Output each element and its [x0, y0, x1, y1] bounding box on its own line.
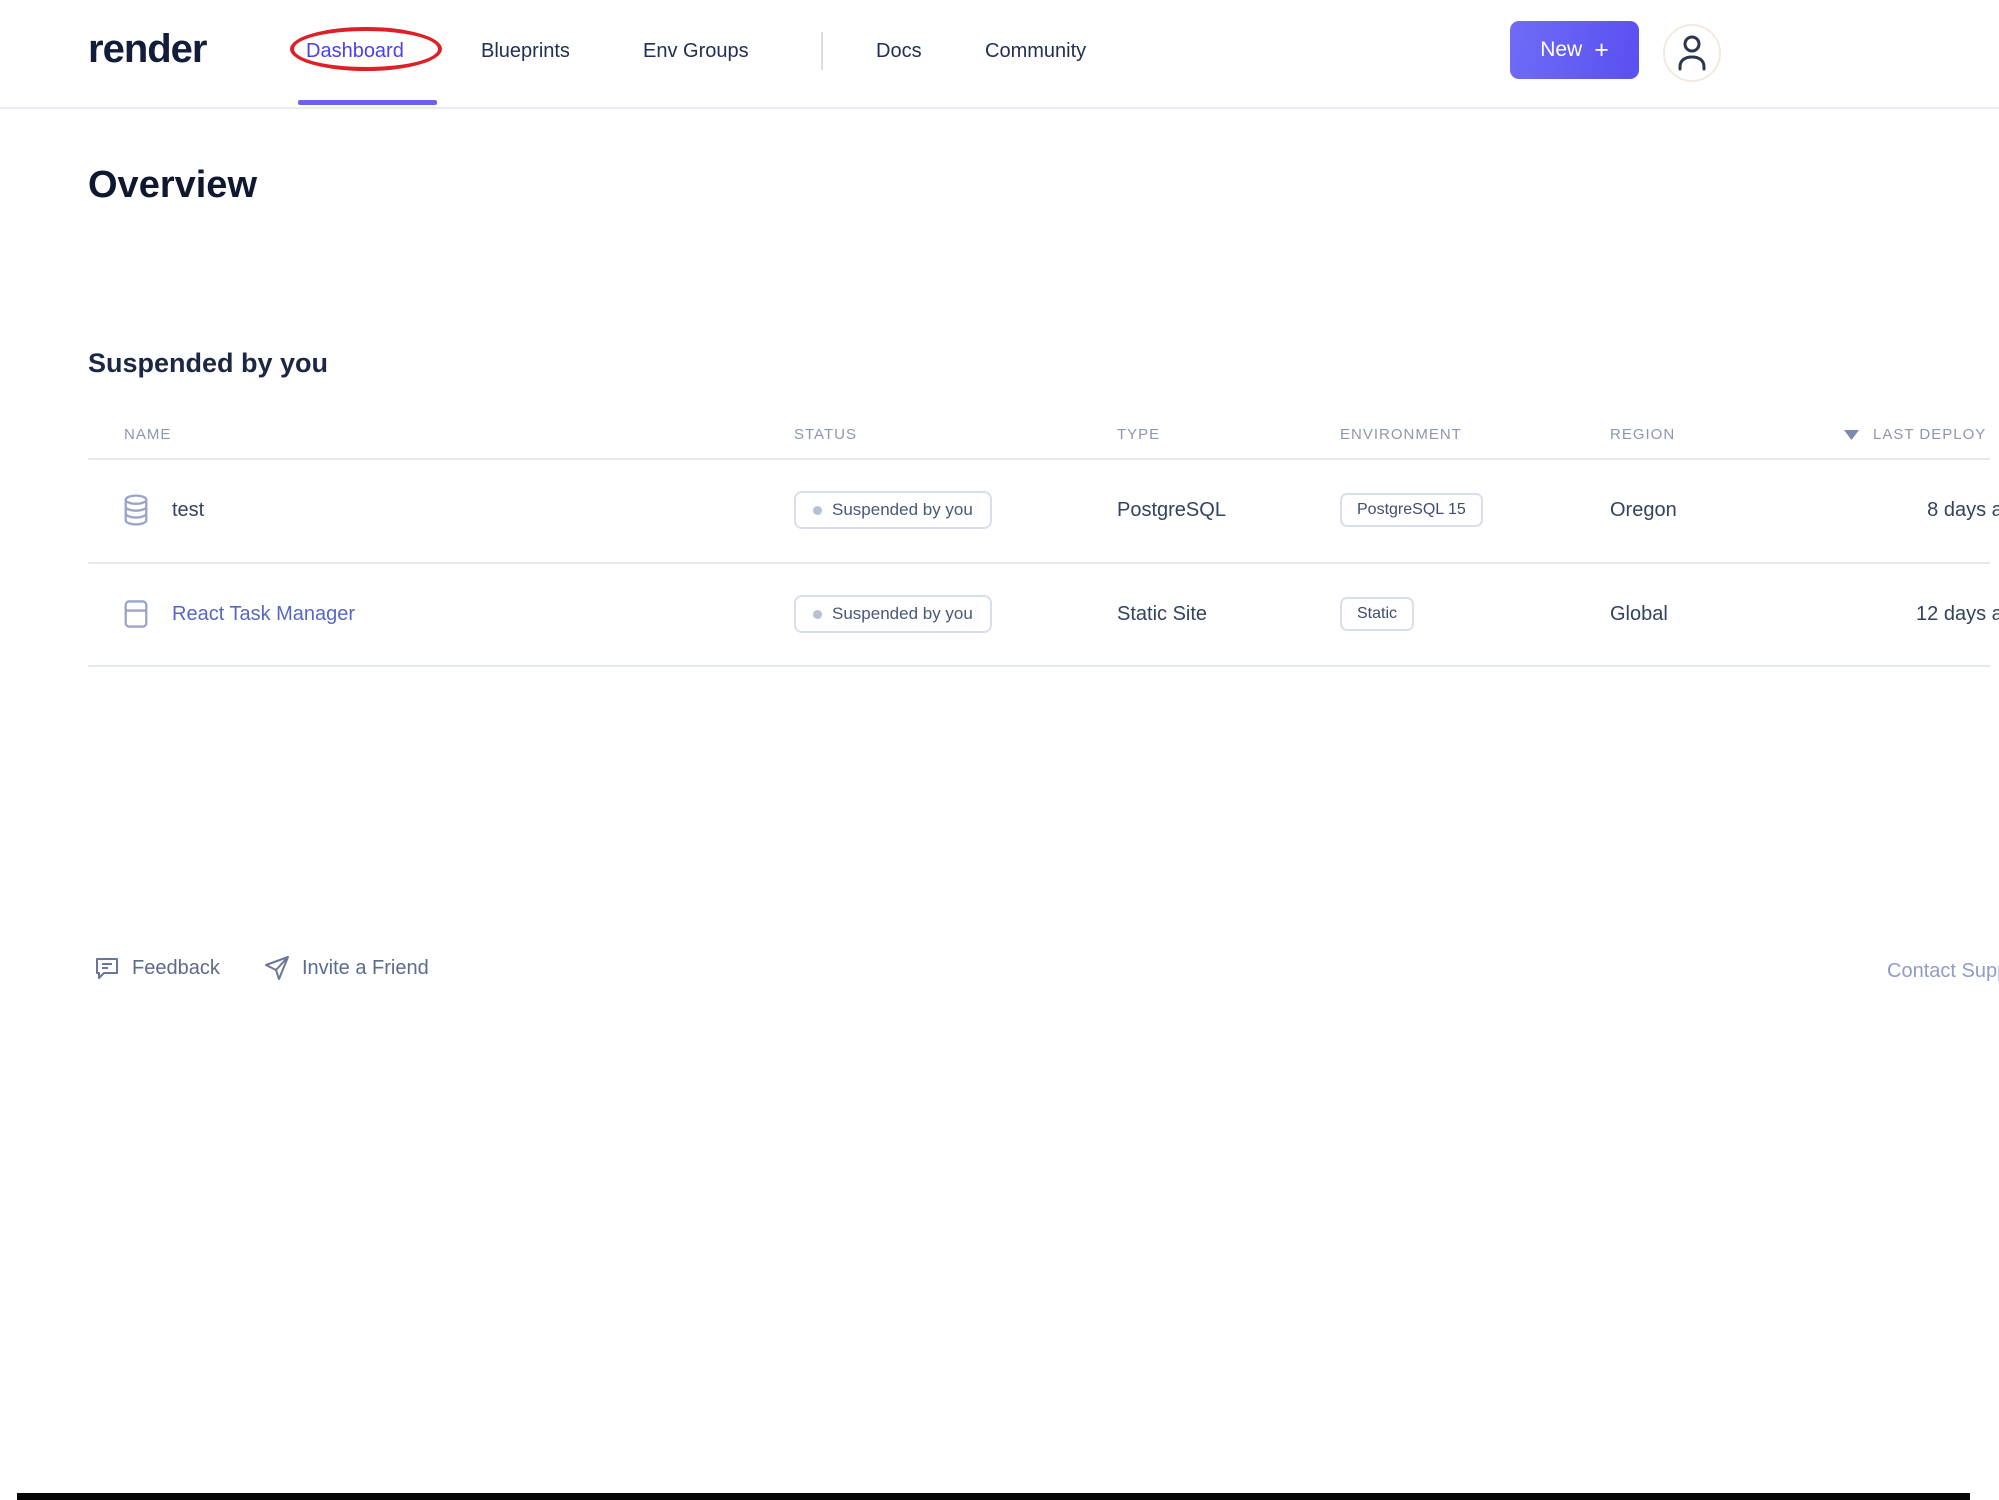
account-menu-button[interactable] — [1663, 24, 1721, 82]
render-logo[interactable]: render — [88, 27, 207, 71]
contact-support-link[interactable]: Contact Support — [1887, 960, 1999, 983]
table-divider — [88, 665, 1990, 667]
nav-item-community[interactable]: Community — [985, 39, 1086, 63]
environment-badge: PostgreSQL 15 — [1340, 493, 1483, 527]
plus-icon: + — [1594, 36, 1609, 64]
nav-item-dashboard[interactable]: Dashboard — [306, 39, 404, 63]
last-deploy-cell: 8 days ago — [1927, 499, 1999, 521]
column-header-status: Status — [794, 426, 857, 443]
person-icon — [1673, 31, 1711, 75]
database-icon — [122, 494, 150, 526]
table-row-test[interactable]: test Suspended by you PostgreSQL Postgre… — [88, 459, 1999, 562]
status-badge: Suspended by you — [794, 595, 992, 633]
nav-item-docs[interactable]: Docs — [876, 39, 922, 63]
active-tab-underline — [298, 100, 437, 105]
column-header-last-deploy[interactable]: Last Deploy — [1844, 426, 1986, 444]
status-dot-icon — [813, 505, 822, 515]
feedback-bubble-icon — [93, 954, 121, 982]
service-name-link[interactable]: React Task Manager — [172, 602, 355, 627]
status-badge: Suspended by you — [794, 491, 992, 529]
nav-item-env-groups[interactable]: Env Groups — [643, 39, 749, 63]
environment-badge: Static — [1340, 597, 1415, 631]
invite-friend-link[interactable]: Invite a Friend — [263, 954, 429, 982]
column-header-region: Region — [1610, 426, 1676, 443]
feedback-link[interactable]: Feedback — [93, 954, 220, 982]
paper-plane-icon — [263, 954, 291, 982]
service-name-link[interactable]: test — [172, 498, 204, 523]
services-table: Name Status Type Environment Region Last… — [88, 420, 1999, 670]
new-button-label: New — [1540, 38, 1583, 61]
column-header-type: Type — [1117, 426, 1161, 443]
top-navigation: render Dashboard Blueprints Env Groups D… — [0, 0, 1999, 109]
page-title: Overview — [88, 164, 257, 206]
static-site-icon — [122, 598, 150, 630]
last-deploy-cell: 12 days ago — [1916, 603, 1999, 625]
status-dot-icon — [813, 609, 822, 619]
type-cell: PostgreSQL — [1117, 499, 1226, 521]
nav-item-blueprints[interactable]: Blueprints — [481, 39, 570, 63]
sort-desc-icon — [1844, 430, 1859, 440]
column-header-name: Name — [124, 426, 172, 443]
bottom-bar — [17, 1493, 1970, 1500]
type-cell: Static Site — [1117, 603, 1208, 625]
section-title-suspended: Suspended by you — [88, 348, 329, 378]
column-header-environment: Environment — [1340, 426, 1462, 443]
nav-divider — [821, 32, 823, 70]
new-button[interactable]: New + — [1510, 21, 1639, 79]
table-row-react-task-manager[interactable]: React Task Manager Suspended by you Stat… — [88, 563, 1999, 666]
